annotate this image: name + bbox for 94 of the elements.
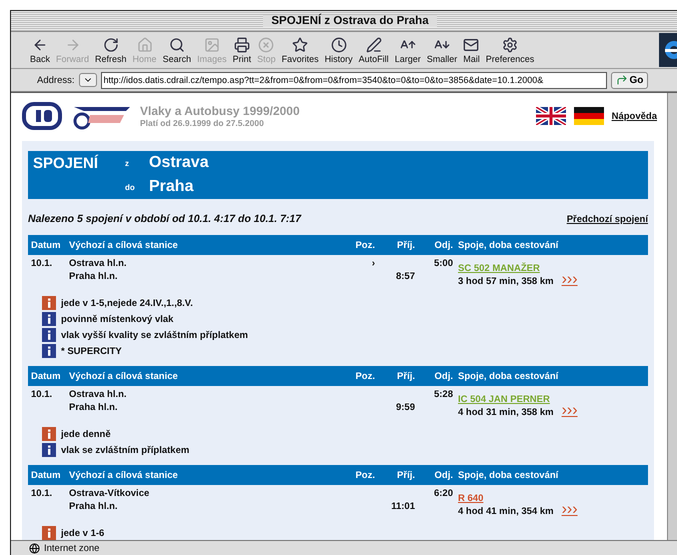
toolbar-button[interactable]: History [322, 36, 356, 64]
station-cell-text: Praha hl.n. [69, 402, 119, 415]
go-button[interactable]: Go [610, 72, 648, 88]
from-city: Ostrava [149, 154, 210, 172]
column-header: Příj. [396, 370, 416, 382]
position-cell-text: › [370, 258, 376, 271]
column-header: Datum [31, 240, 62, 250]
site-title: Vlaky a Autobusy 1999/2000 [140, 104, 300, 118]
note-text: jede v 1-5,nejede 24.IV.,1.,8.V. [61, 298, 193, 308]
search-icon [168, 36, 185, 52]
clock-icon [330, 36, 347, 52]
close-icon [258, 36, 274, 52]
column-header: Poz. [354, 470, 376, 480]
column-header: Příj. [396, 240, 416, 250]
column-header: Výchozí a cílová stanice [69, 240, 179, 250]
window-title: SPOJENÍ z Ostrava do Praha [263, 15, 437, 27]
column-header: Odj. [434, 470, 454, 480]
column-header: Poz. [354, 240, 376, 250]
home-icon [136, 36, 153, 52]
to-label: do [125, 182, 136, 192]
station-cell-text: Praha hl.n. [69, 271, 119, 284]
scrollbar[interactable] [667, 93, 677, 540]
column-header: Datum [31, 370, 62, 382]
note-text: * SUPERCITY [61, 346, 122, 356]
column-header: Odj. [434, 370, 454, 382]
dropdown-button[interactable] [78, 73, 96, 87]
train-link[interactable]: R 640 [458, 493, 484, 504]
star-icon [292, 36, 308, 52]
note-text: povinně místenkový vlak [61, 314, 174, 324]
toolbar-button[interactable]: Preferences [482, 36, 538, 64]
toolbar-button[interactable]: Refresh [92, 36, 130, 64]
toolbar-button[interactable]: Larger [392, 36, 424, 64]
railway-logo-icon [22, 101, 62, 131]
station-cell-text: Praha hl.n. [69, 501, 119, 514]
arrival-cell-text: 8:57 [394, 271, 416, 284]
station-cell-text: Ostrava hl.n. [69, 389, 128, 402]
note-text: jede v 1-6 [61, 528, 104, 538]
toolbar-button[interactable]: Smaller [424, 36, 460, 64]
german-flag-icon[interactable] [574, 107, 604, 125]
back-icon [32, 36, 48, 52]
image-icon [204, 36, 220, 52]
column-header: Spoje, doba cestování [458, 240, 560, 250]
column-header: Odj. [434, 240, 454, 250]
uk-flag-icon[interactable] [536, 107, 566, 125]
toolbar-button[interactable]: Back [27, 36, 54, 64]
arrival-cell-text: 11:01 [390, 501, 416, 514]
refresh-icon [102, 36, 119, 52]
route-heading: SPOJENÍ [33, 154, 100, 172]
departure-cell-text: 6:20 [432, 488, 454, 501]
details-link[interactable]: ››› [562, 271, 578, 288]
summary-text: Nalezeno 5 spojení v období od 10.1. 4:17 do 10.1. 7:17 [28, 213, 302, 225]
duration-cell: 3 hod 57 min, 358 km [458, 276, 554, 287]
column-header: Výchozí a cílová stanice [69, 370, 179, 382]
note-text: vlak vyšší kvality se zvláštním příplatkem [61, 330, 248, 340]
pen-icon [366, 36, 382, 52]
column-header: Spoje, doba cestování [458, 470, 560, 480]
from-label: z [125, 158, 130, 168]
validity-text: Platí od 26.9.1999 do 27.5.2000 [140, 118, 265, 128]
duration-cell: 4 hod 31 min, 358 km [458, 407, 554, 418]
details-link[interactable]: ››› [562, 402, 578, 419]
help-link[interactable]: Nápověda [612, 110, 657, 122]
date-cell-text: 10.1. [31, 389, 54, 402]
to-city: Praha [149, 178, 195, 196]
column-header: Výchozí a cílová stanice [69, 470, 179, 480]
departure-cell-text: 5:28 [432, 389, 454, 402]
address-field[interactable]: http://idos.datis.cdrail.cz/tempo.asp?tt=2&from=0&from=0&from=3540&to=0&to=0&to=3856&date=10.1.2000& [100, 72, 606, 88]
printer-icon [234, 36, 250, 52]
note-text: vlak se zvláštním příplatkem [61, 444, 190, 456]
toolbar-button[interactable]: Print [230, 36, 254, 64]
arrival-cell-text: 9:59 [394, 402, 416, 415]
toolbar-button[interactable]: AutoFill [356, 36, 392, 64]
departure-cell-text: 5:00 [432, 258, 454, 271]
station-cell-text: Ostrava-Vítkovice [69, 488, 150, 501]
note-text: jede denně [61, 428, 111, 440]
station-cell-text: Ostrava hl.n. [69, 258, 128, 271]
globe-icon [29, 542, 40, 554]
mail-icon [463, 36, 480, 52]
settings-icon [502, 36, 518, 52]
date-cell-text: 10.1. [31, 258, 54, 271]
duration-cell: 4 hod 41 min, 354 km [458, 506, 554, 517]
column-header: Datum [31, 470, 62, 480]
column-header: Poz. [354, 370, 376, 382]
status-text: Internet zone [44, 542, 100, 554]
date-cell-text: 10.1. [31, 488, 54, 501]
previous-link[interactable]: Předchozí spojení [566, 214, 648, 224]
column-header: Příj. [396, 470, 416, 480]
forward-icon [64, 36, 81, 52]
arrow-icon [616, 74, 628, 86]
address-label: Address: [37, 74, 74, 86]
toolbar-button[interactable]: Favorites [278, 36, 322, 64]
toolbar-button[interactable]: Search [160, 36, 194, 64]
column-header: Spoje, doba cestování [458, 370, 560, 382]
details-link[interactable]: ››› [562, 501, 578, 518]
toolbar-button[interactable]: Mail [460, 36, 483, 64]
